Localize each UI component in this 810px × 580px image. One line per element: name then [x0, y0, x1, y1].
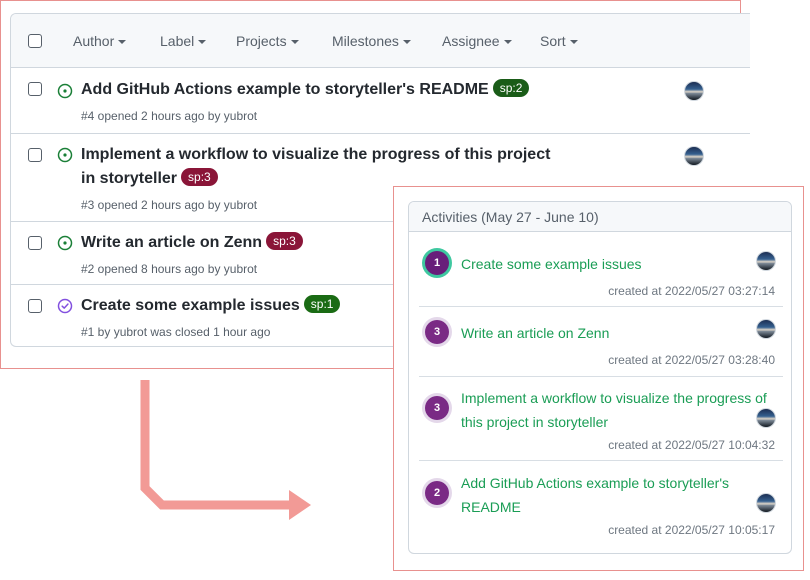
issue-title[interactable]: Add GitHub Actions example to storytelle…	[81, 78, 681, 102]
filter-label: Assignee	[442, 33, 500, 49]
activity-timestamp: created at 2022/05/27 03:28:40	[608, 353, 775, 367]
story-point-badge: 2	[425, 481, 449, 505]
story-point-badge: 1	[425, 251, 449, 275]
issue-open-icon	[57, 235, 73, 251]
label-filter[interactable]: Label	[160, 33, 207, 49]
projects-filter[interactable]: Projects	[236, 33, 299, 49]
issue-checkbox[interactable]	[28, 82, 42, 96]
milestones-filter[interactable]: Milestones	[332, 33, 411, 49]
issue-title[interactable]: Create some example issues sp:1	[81, 294, 441, 318]
avatar[interactable]	[756, 493, 776, 513]
issue-label[interactable]: sp:3	[181, 168, 218, 186]
issue-checkbox[interactable]	[28, 299, 42, 313]
issue-label[interactable]: sp:2	[492, 79, 530, 97]
caret-down-icon	[290, 40, 299, 44]
activity-timestamp: created at 2022/05/27 03:27:14	[608, 284, 775, 298]
activity-link[interactable]: Create some example issues	[461, 252, 777, 276]
issue-meta: #1 by yubrot was closed 1 hour ago	[81, 325, 271, 339]
activity-link[interactable]: Implement a workflow to visualize the pr…	[461, 386, 777, 434]
caret-down-icon	[503, 40, 512, 44]
issue-title-text[interactable]: Add GitHub Actions example to storytelle…	[81, 81, 489, 98]
avatar[interactable]	[684, 81, 704, 101]
caret-down-icon	[118, 40, 127, 44]
author-filter[interactable]: Author	[73, 33, 127, 49]
filter-label: Author	[73, 33, 115, 49]
activity-link[interactable]: Add GitHub Actions example to storytelle…	[461, 471, 751, 519]
issues-list-header: Author Label Projects Milestones Assigne…	[11, 14, 750, 68]
issue-meta: #2 opened 8 hours ago by yubrot	[81, 262, 258, 276]
activities-title: Activities (May 27 - June 10)	[409, 202, 791, 232]
caret-down-icon	[198, 40, 207, 44]
issue-title-text[interactable]: Create some example issues	[81, 297, 300, 314]
activities-panel-frame: Activities (May 27 - June 10) 1 Create s…	[393, 186, 804, 571]
select-all-checkbox[interactable]	[28, 34, 42, 48]
sort-filter[interactable]: Sort	[540, 33, 578, 49]
caret-down-icon	[569, 40, 578, 44]
issue-row[interactable]: Add GitHub Actions example to storytelle…	[11, 68, 750, 133]
divider	[419, 376, 783, 377]
story-point-badge: 3	[425, 396, 449, 420]
issue-closed-icon	[57, 298, 73, 314]
activities-card: Activities (May 27 - June 10) 1 Create s…	[408, 201, 792, 554]
divider	[419, 460, 783, 461]
activity-timestamp: created at 2022/05/27 10:04:32	[608, 438, 775, 452]
issue-meta: #4 opened 2 hours ago by yubrot	[81, 109, 258, 123]
activity-link[interactable]: Write an article on Zenn	[461, 321, 777, 345]
issue-meta: #3 opened 2 hours ago by yubrot	[81, 198, 258, 212]
avatar[interactable]	[756, 251, 776, 271]
filter-label: Label	[160, 33, 195, 49]
issue-checkbox[interactable]	[28, 148, 42, 162]
issue-open-icon	[57, 83, 73, 99]
issue-title[interactable]: Implement a workflow to visualize the pr…	[81, 143, 561, 191]
avatar[interactable]	[756, 408, 776, 428]
issue-label[interactable]: sp:3	[266, 232, 303, 250]
avatar[interactable]	[684, 146, 704, 166]
issue-title-text[interactable]: Write an article on Zenn	[81, 234, 262, 251]
issue-label[interactable]: sp:1	[303, 295, 341, 313]
avatar[interactable]	[756, 319, 776, 339]
issue-title[interactable]: Write an article on Zenn sp:3	[81, 231, 441, 255]
arrow-head-icon	[289, 490, 311, 520]
filter-label: Projects	[236, 33, 287, 49]
divider	[419, 306, 783, 307]
filter-label: Milestones	[332, 33, 399, 49]
assignee-filter[interactable]: Assignee	[442, 33, 512, 49]
filter-label: Sort	[540, 33, 566, 49]
story-point-badge: 3	[425, 320, 449, 344]
activity-timestamp: created at 2022/05/27 10:05:17	[608, 523, 775, 537]
issue-title-text[interactable]: Implement a workflow to visualize the pr…	[81, 146, 550, 187]
issue-open-icon	[57, 147, 73, 163]
caret-down-icon	[402, 40, 411, 44]
issue-checkbox[interactable]	[28, 236, 42, 250]
